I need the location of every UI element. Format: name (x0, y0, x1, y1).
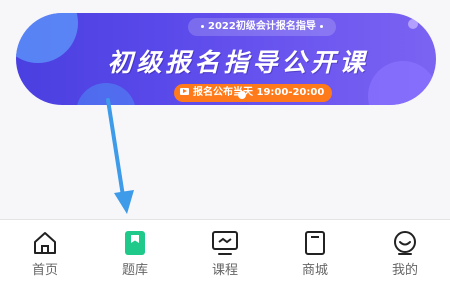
profile-icon (391, 229, 419, 257)
video-icon (180, 87, 189, 95)
tab-home[interactable]: 首页 (0, 220, 90, 283)
bottom-tab-bar: 首页 题库 课程 商城 我的 (0, 219, 450, 283)
promo-banner[interactable]: 2022初级会计报名指导 初级报名指导公开课 报名公布当天 19:00-20:0… (16, 13, 436, 105)
app-screen: 2022初级会计报名指导 初级报名指导公开课 报名公布当天 19:00-20:0… (0, 0, 450, 283)
banner-schedule-pill: 报名公布当天 19:00-20:00 (174, 84, 333, 102)
home-icon (31, 229, 59, 257)
tab-mall[interactable]: 商城 (270, 220, 360, 283)
banner-tag-text: 2022初级会计报名指导 (208, 21, 316, 32)
banner-decoration (408, 19, 418, 29)
tab-question-bank[interactable]: 题库 (90, 220, 180, 283)
tab-home-label: 首页 (31, 263, 58, 278)
tab-question-bank-label: 题库 (121, 263, 148, 278)
question-bank-icon (121, 229, 149, 257)
banner-decoration (76, 83, 136, 105)
mall-icon (301, 229, 329, 257)
tab-course[interactable]: 课程 (180, 220, 270, 283)
dot-icon (201, 24, 204, 28)
banner-decoration (16, 13, 78, 63)
tab-mall-label: 商城 (301, 263, 328, 278)
banner-tag: 2022初级会计报名指导 (188, 18, 336, 36)
dot-icon (319, 24, 323, 28)
tab-profile-label: 我的 (391, 263, 418, 278)
banner-schedule-text: 报名公布当天 19:00-20:00 (193, 87, 325, 98)
tab-course-label: 课程 (211, 263, 238, 278)
banner-title: 初级报名指导公开课 (107, 48, 369, 77)
promo-banner-carousel[interactable]: 2022初级会计报名指导 初级报名指导公开课 报名公布当天 19:00-20:0… (10, 0, 436, 108)
tab-profile[interactable]: 我的 (360, 220, 450, 283)
carousel-indicator (238, 91, 246, 99)
course-icon (211, 229, 239, 257)
